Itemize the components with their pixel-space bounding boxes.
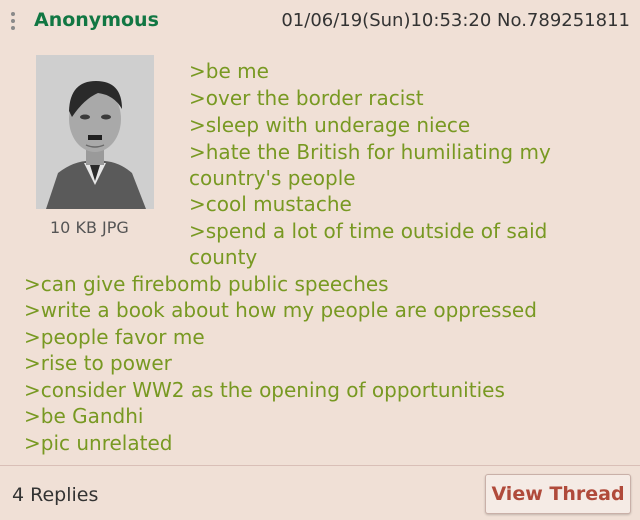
post-line: >rise to power <box>24 351 172 375</box>
post-thumbnail[interactable] <box>36 55 154 209</box>
post-footer: 4 Replies View Thread <box>0 466 640 520</box>
post-meta: 01/06/19(Sun)10:53:20 No.789251811 <box>281 10 630 31</box>
post-line: >write a book about how my people are op… <box>24 298 537 322</box>
poster-name: Anonymous <box>34 9 159 31</box>
post-line: >be me <box>189 59 269 83</box>
post-line: >be Gandhi <box>24 404 144 428</box>
post-line: >hate the British for humiliating my <box>189 140 551 164</box>
post-line: >spend a lot of time outside of said <box>189 219 548 243</box>
post-line: >consider WW2 as the opening of opportun… <box>24 378 505 402</box>
post-line: >people favor me <box>24 325 205 349</box>
post-line: >cool mustache <box>189 192 352 216</box>
post-line: >pic unrelated <box>24 431 173 455</box>
post-line: >over the border racist <box>189 86 424 110</box>
file-info: 10 KB JPG <box>50 218 129 237</box>
post-header: Anonymous 01/06/19(Sun)10:53:20 No.78925… <box>0 0 640 42</box>
post-line: country's people <box>189 166 356 190</box>
post-line: county <box>189 245 258 269</box>
portrait-photo-icon <box>36 55 154 209</box>
more-options-icon[interactable] <box>10 12 16 32</box>
post-line: >can give firebomb public speeches <box>24 272 389 296</box>
reply-count[interactable]: 4 Replies <box>12 484 98 506</box>
post-line: >sleep with underage niece <box>189 113 471 137</box>
view-thread-button[interactable]: View Thread <box>485 474 631 514</box>
